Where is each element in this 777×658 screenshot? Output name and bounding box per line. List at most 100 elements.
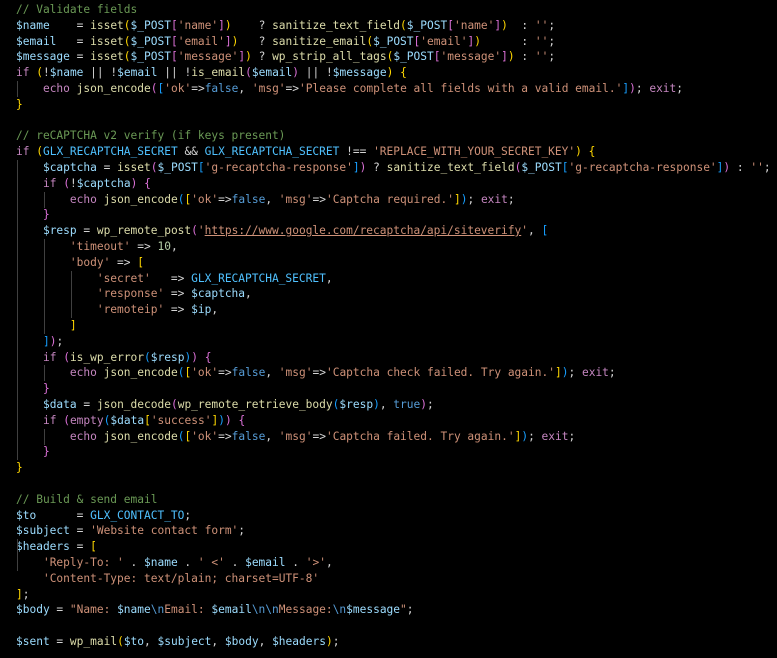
code-token: => [285,82,300,95]
code-token: json_encode [76,82,151,95]
code-token: = [49,635,70,648]
code-token: ' [197,224,205,238]
code-token: $to [16,508,37,522]
indent-guide [17,207,18,224]
indent-guide [17,539,18,556]
code-editor[interactable]: // Validate fields $name = isset($_POST['… [0,0,777,658]
code-token: 'Captcha check failed. Try again.' [325,366,555,380]
code-token: '' [534,34,549,48]
code-token: 'timeout' [69,240,131,253]
code-token: $ip [191,303,212,317]
code-line: $name = isset($_POST['name']) ? sanitize… [16,18,777,34]
code-token: [ [90,540,97,554]
code-token: 'email' [420,34,468,48]
code-token: if [42,413,57,427]
code-token: ) [224,413,232,427]
code-token: exit [581,366,609,380]
code-token: . [123,556,144,569]
code-token: \n\n [251,603,279,617]
code-token: 'msg' [278,366,313,380]
code-token: $_POST [406,18,448,32]
code-token: isset [90,18,124,32]
code-token: echo [69,429,97,443]
code-token: ; [184,508,192,522]
code-token: wp_mail [69,635,118,648]
code-token: => [218,192,232,206]
code-token: || ! [157,66,192,80]
code-token: ) [501,18,508,32]
code-line: if (GLX_RECAPTCHA_SECRET && GLX_RECAPTCH… [16,144,777,160]
code-token: [ [447,18,454,32]
code-token: 'Reply-To: ' [42,556,124,569]
code-token: ; [528,429,542,443]
indent-guide [43,270,45,287]
code-token: ; [548,34,556,48]
code-token[interactable]: https://www.google.com/recaptcha/api/sit… [205,224,522,237]
code-token: ( [117,635,124,648]
code-token: [ [144,413,151,427]
code-token: ; [635,82,650,95]
code-token: json_encode [103,366,178,380]
code-token: GLX_RECAPTCHA_SECRET [42,145,178,159]
code-token: } [42,445,50,459]
code-token: 'ok' [191,192,219,206]
code-line: $resp = wp_remote_post('https://www.goog… [16,223,777,240]
code-token: { [144,176,151,190]
code-token: if [42,350,57,364]
code-token: $_POST [130,18,171,32]
code-token: 'message' [440,50,502,64]
code-token: $_POST [521,161,562,174]
indent-guide [43,254,45,271]
code-line: $sent = wp_mail($to, $subject, $body, $h… [16,634,777,650]
code-token: $name [16,18,50,32]
code-token: $_POST [130,50,171,64]
code-token: , [211,635,225,648]
code-token: ; [676,82,684,95]
code-token: ( [400,18,407,32]
code-token: ( [123,50,131,64]
code-token: ) [191,350,198,364]
code-line: 'Content-Type: text/plain; charset=UTF-8… [16,571,777,587]
code-line: $subject = 'Website contact form'; [16,523,777,539]
code-token: ; [238,524,246,538]
code-token: \n [332,603,347,617]
code-token: 'email' [177,34,225,48]
code-token: 'Please complete all fields with a valid… [299,82,623,95]
indent-guide [43,286,45,303]
code-line: echo json_encode(['ok'=>false, 'msg'=>'C… [16,365,777,382]
indent-guide [17,381,18,398]
code-token: 'msg' [278,192,313,206]
code-line: if (is_wp_error($resp)) { [16,349,777,366]
code-token: ( [150,82,158,95]
code-token: \n [150,603,165,617]
code-token: 'REPLACE_WITH_YOUR_SECRET_KEY' [373,145,576,159]
code-token: { [588,145,596,159]
code-token: ! [69,176,77,190]
code-token: $name [117,603,151,617]
code-line: ]; [16,587,777,603]
code-token: // Validate fields [16,3,138,16]
code-line: $to = GLX_CONTACT_TO; [16,508,777,524]
code-token: ) [507,50,515,64]
code-token: ? [238,34,273,48]
code-token: = [69,50,91,64]
code-line: echo json_encode(['ok'=>false, 'msg'=>'P… [16,81,777,97]
code-token: exit [480,192,508,206]
code-token: = [69,540,91,554]
code-token: ( [144,350,151,364]
code-token: exit [649,82,677,95]
code-token: [ [170,18,178,32]
code-token: 'remoteip' [96,303,165,317]
code-token: $email [16,34,57,48]
code-token: $_POST [393,50,434,64]
code-token: || ! [299,66,333,80]
code-token: , [265,192,279,206]
code-token: ) [629,82,636,95]
code-token: 'ok' [191,429,219,443]
code-token: isset [90,34,124,48]
